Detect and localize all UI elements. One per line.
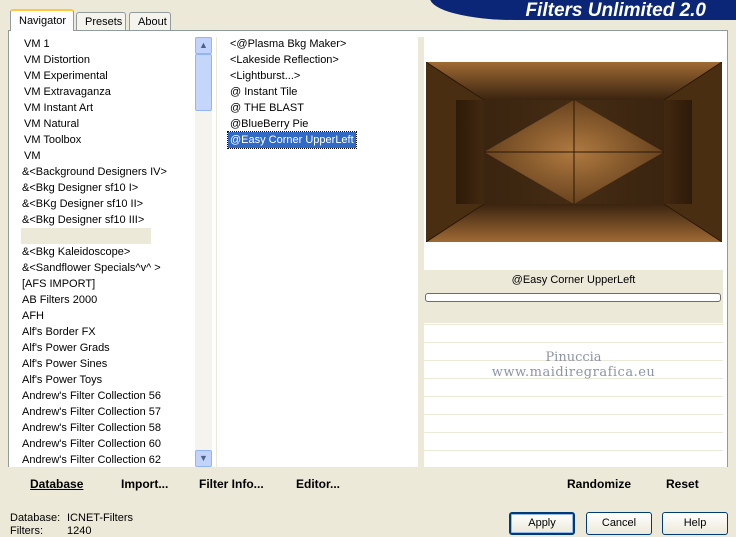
apply-button[interactable]: Apply bbox=[509, 512, 575, 535]
category-item[interactable]: Alf's Power Sines bbox=[22, 356, 107, 372]
category-item[interactable]: VM Distortion bbox=[24, 52, 90, 68]
database-button[interactable]: Database bbox=[30, 477, 83, 491]
title-banner: Filters Unlimited 2.0 bbox=[430, 0, 736, 20]
import-button[interactable]: Import... bbox=[121, 477, 168, 491]
progress-bar bbox=[425, 293, 721, 302]
category-item[interactable]: Alf's Border FX bbox=[22, 324, 96, 340]
category-item[interactable]: AFH bbox=[22, 308, 44, 324]
category-item[interactable]: AB Filters 2000 bbox=[22, 292, 97, 308]
category-item[interactable]: VM Experimental bbox=[24, 68, 108, 84]
category-item[interactable]: Alf's Power Toys bbox=[22, 372, 102, 388]
filter-item[interactable]: <@Plasma Bkg Maker> bbox=[230, 36, 346, 52]
tab-about[interactable]: About bbox=[129, 12, 171, 30]
scroll-up-icon[interactable]: ▲ bbox=[195, 37, 212, 54]
status-database: Database: ICNET-Filters bbox=[10, 512, 133, 524]
scroll-down-icon[interactable]: ▼ bbox=[195, 450, 212, 467]
category-item[interactable]: Andrew's Filter Collection 56 bbox=[22, 388, 161, 404]
cancel-button[interactable]: Cancel bbox=[586, 512, 652, 535]
filter-item[interactable]: @ Instant Tile bbox=[230, 84, 297, 100]
parameter-row bbox=[424, 450, 723, 467]
category-item[interactable]: Andrew's Filter Collection 58 bbox=[22, 420, 161, 436]
watermark-name: Pinuccia bbox=[545, 350, 602, 365]
parameter-row bbox=[424, 378, 723, 395]
database-value: ICNET-Filters bbox=[67, 512, 133, 524]
category-item[interactable]: VM Natural bbox=[24, 116, 79, 132]
parameter-row bbox=[424, 432, 723, 449]
tab-navigator[interactable]: Navigator bbox=[10, 9, 74, 31]
category-item[interactable]: Andrew's Filter Collection 60 bbox=[22, 436, 161, 452]
category-item[interactable]: &<Bkg Kaleidoscope> bbox=[22, 244, 130, 260]
preview-filter-name: @Easy Corner UpperLeft bbox=[511, 274, 636, 286]
reset-button[interactable]: Reset bbox=[666, 477, 699, 491]
category-item[interactable]: VM Toolbox bbox=[24, 132, 81, 148]
category-item[interactable]: &<Background Designers IV> bbox=[22, 164, 167, 180]
category-item[interactable]: VM 1 bbox=[24, 36, 50, 52]
category-item[interactable]: VM bbox=[24, 148, 41, 164]
editor-button[interactable]: Editor... bbox=[296, 477, 340, 491]
category-item[interactable]: &<Bkg Designer sf10 III> bbox=[22, 212, 144, 228]
filter-item[interactable]: @ THE BLAST bbox=[230, 100, 304, 116]
watermark: Pinuccia www.maidiregrafica.eu bbox=[424, 350, 723, 380]
status-filters: Filters: 1240 bbox=[10, 525, 91, 537]
category-item[interactable]: VM Extravaganza bbox=[24, 84, 111, 100]
parameter-row bbox=[424, 414, 723, 431]
parameter-row bbox=[424, 396, 723, 413]
filters-value: 1240 bbox=[67, 525, 92, 537]
filter-info-button[interactable]: Filter Info... bbox=[199, 477, 264, 491]
filter-item[interactable]: @BlueBerry Pie bbox=[230, 116, 308, 132]
category-item[interactable]: VM Instant Art bbox=[24, 100, 93, 116]
filter-item[interactable]: @Easy Corner UpperLeft bbox=[227, 131, 357, 149]
parameter-row bbox=[424, 324, 723, 341]
watermark-url: www.maidiregrafica.eu bbox=[491, 365, 656, 380]
banner-title: Filters Unlimited 2.0 bbox=[525, 0, 706, 20]
category-item[interactable]: &<BKg Designer sf10 II> bbox=[22, 196, 143, 212]
scroll-thumb[interactable] bbox=[195, 54, 212, 111]
category-item[interactable]: &<Sandflower Specials^v^ > bbox=[22, 260, 161, 276]
preview-pattern bbox=[426, 62, 722, 242]
category-item[interactable]: Andrew's Filter Collection 62 bbox=[22, 452, 161, 468]
category-item[interactable]: &<Bkg Designer sf10 I> bbox=[22, 180, 138, 196]
filter-item[interactable]: <Lightburst...> bbox=[230, 68, 300, 84]
category-item[interactable]: Alf's Power Grads bbox=[22, 340, 110, 356]
category-item[interactable]: Andrew's Filter Collection 57 bbox=[22, 404, 161, 420]
tab-presets[interactable]: Presets bbox=[76, 12, 126, 30]
category-selection-highlight bbox=[21, 228, 151, 244]
help-button[interactable]: Help bbox=[662, 512, 728, 535]
preview-image bbox=[426, 62, 722, 242]
randomize-button[interactable]: Randomize bbox=[567, 477, 631, 491]
list-divider bbox=[216, 37, 217, 467]
filters-label: Filters: bbox=[10, 525, 43, 537]
filter-item[interactable]: <Lakeside Reflection> bbox=[230, 52, 339, 68]
database-label: Database: bbox=[10, 512, 61, 524]
category-item[interactable]: [AFS IMPORT] bbox=[22, 276, 95, 292]
category-scrollbar[interactable]: ▲ ▼ bbox=[195, 37, 212, 467]
